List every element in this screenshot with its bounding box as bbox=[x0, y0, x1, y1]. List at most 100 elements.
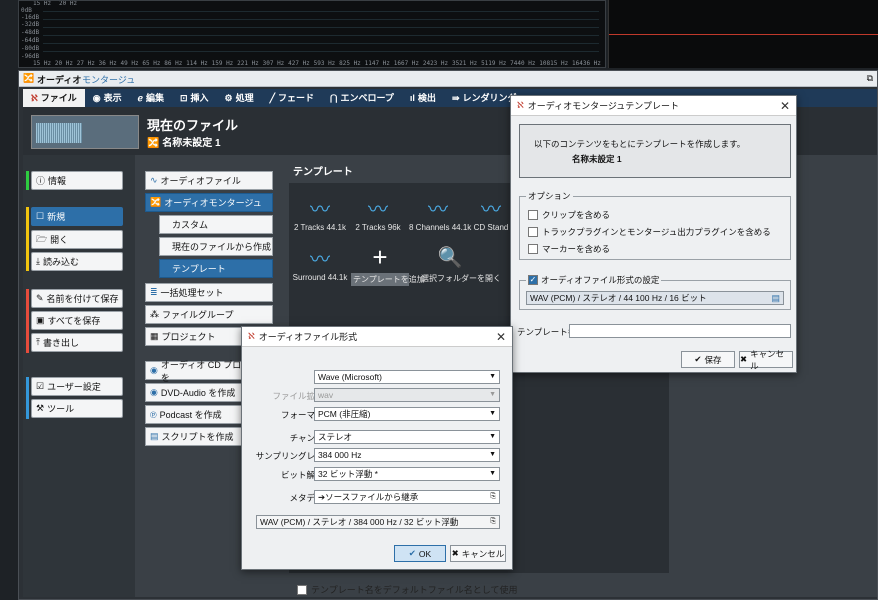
left-nav: ⓘ 情報 ☐ 新規 🗁 開く ⤓ 読み込む ✎ 名前を付けて保存 ▣ すべてを保存 ⤒ 書き出… bbox=[23, 155, 135, 597]
checkmark-icon: ✔ bbox=[408, 548, 416, 558]
waveform-icon: 〰 bbox=[310, 198, 330, 221]
undock-icon[interactable]: ⧉ bbox=[867, 73, 873, 84]
freq-label: 20 Hz bbox=[59, 0, 78, 7]
use-template-name-checkbox[interactable]: テンプレート名をデフォルトファイル名として使用 bbox=[297, 583, 517, 596]
save-all-icon: ▣ bbox=[36, 315, 45, 325]
include-markers-checkbox[interactable]: マーカーを含める bbox=[528, 243, 610, 255]
options-label: オプション bbox=[526, 190, 573, 202]
db-label: -96dB bbox=[21, 53, 40, 60]
template-dialog-titlebar[interactable]: ℵ オーディオモンタージュテンプレート ✕ bbox=[511, 96, 796, 116]
options-group: オプション クリップを含める トラックプラグインとモンタージュ出力プラグインを含… bbox=[519, 190, 791, 260]
copy-icon[interactable]: ⎘ bbox=[490, 491, 496, 503]
ok-button[interactable]: ✔ OK bbox=[394, 545, 446, 562]
nav-save-as[interactable]: ✎ 名前を付けて保存 bbox=[31, 289, 123, 308]
metadata-field[interactable]: ➔ソースファイルから継承 ⎘ bbox=[314, 490, 500, 504]
template-dialog: ℵ オーディオモンタージュテンプレート ✕ 以下のコンテンツをもとにテンプレート… bbox=[510, 95, 797, 373]
type-select[interactable]: Wave (Microsoft) ▼ bbox=[314, 370, 500, 384]
db-label: 0dB bbox=[21, 7, 32, 14]
save-as-icon: ✎ bbox=[36, 293, 44, 303]
template-name-input[interactable] bbox=[569, 324, 791, 338]
fade-icon: ╱ bbox=[269, 93, 276, 103]
tab-edit[interactable]: ℯ 編集 bbox=[130, 89, 172, 107]
nav-new[interactable]: ☐ 新規 bbox=[31, 207, 123, 226]
montage-icon: 🔀 bbox=[150, 197, 162, 207]
nav-from-current-file[interactable]: 現在のファイルから作成 bbox=[159, 237, 273, 256]
checkmark-icon[interactable]: ✓ bbox=[528, 275, 538, 285]
info-icon: ⓘ bbox=[36, 176, 46, 186]
cancel-button[interactable]: ✖ キャンセル bbox=[739, 349, 793, 371]
nav-tools[interactable]: ⚒ ツール bbox=[31, 399, 123, 418]
wavelab-logo-icon: ℵ bbox=[517, 100, 524, 110]
script-icon: ▤ bbox=[150, 431, 159, 441]
eye-icon: ◉ bbox=[92, 93, 101, 103]
tab-process[interactable]: ⚙ 処理 bbox=[217, 89, 262, 107]
open-folder-button[interactable]: 🔍 選択フォルダーを開く bbox=[421, 241, 501, 284]
channel-select[interactable]: ステレオ ▼ bbox=[314, 430, 500, 444]
format-dialog-titlebar[interactable]: ℵ オーディオファイル形式 ✕ bbox=[242, 327, 512, 347]
tab-analysis[interactable]: ıl 検出 bbox=[402, 89, 444, 107]
nav-template[interactable]: テンプレート bbox=[159, 259, 273, 278]
db-label: -48dB bbox=[21, 29, 40, 36]
sample-rate-select[interactable]: 384 000 Hz ▼ bbox=[314, 448, 500, 462]
dvd-icon: ◉ bbox=[150, 387, 158, 397]
export-icon: ⤒ bbox=[36, 337, 40, 347]
audio-format-field[interactable]: WAV (PCM) / ステレオ / 44 100 Hz / 16 ビット ▤ bbox=[526, 291, 784, 305]
waveform-icon: 〰 bbox=[428, 198, 448, 221]
checkbox-box[interactable] bbox=[297, 584, 307, 595]
template-name-label: テンプレート名 bbox=[517, 327, 577, 337]
template-item[interactable]: 〰 2 Tracks 96k bbox=[349, 191, 407, 233]
nav-info[interactable]: ⓘ 情報 bbox=[31, 171, 123, 190]
db-label: -32dB bbox=[21, 21, 40, 28]
waveform-icon: 〰 bbox=[481, 198, 501, 221]
format-settings-icon[interactable]: ▤ bbox=[771, 292, 780, 304]
chevron-down-icon: ▼ bbox=[489, 410, 496, 417]
cancel-button[interactable]: ✖ キャンセル bbox=[450, 545, 506, 562]
window-titlebar[interactable]: 🔀 オーディオ モンタージュ ⧉ bbox=[19, 71, 877, 87]
copy-icon[interactable]: ⎘ bbox=[490, 516, 496, 528]
waveform-thumbnail bbox=[31, 115, 139, 149]
add-template-button[interactable]: + テンプレートを追加 bbox=[351, 241, 425, 286]
template-item[interactable]: 〰 Surround 44.1k bbox=[291, 241, 349, 283]
nav-open[interactable]: 🗁 開く bbox=[31, 230, 123, 249]
audio-format-group: ✓ オーディオファイル形式の設定 WAV (PCM) / ステレオ / 44 10… bbox=[519, 274, 791, 310]
template-item[interactable]: 〰 CD Stand bbox=[471, 191, 511, 233]
audio-format-checkbox[interactable]: ✓ オーディオファイル形式の設定 bbox=[526, 274, 662, 286]
audio-format-dialog: ℵ オーディオファイル形式 ✕ 種類 Wave (Microsoft)▼ ファイ… bbox=[241, 326, 513, 570]
import-icon: ⤓ bbox=[36, 256, 40, 266]
tab-insert[interactable]: ⊡ 挿入 bbox=[172, 89, 217, 107]
nav-audio-file[interactable]: ∿ オーディオファイル bbox=[145, 171, 273, 190]
chevron-down-icon: ▼ bbox=[489, 373, 496, 380]
format-select[interactable]: PCM (非圧縮) ▼ bbox=[314, 407, 500, 421]
chevron-down-icon: ▼ bbox=[489, 433, 496, 440]
template-item[interactable]: 〰 8 Channels 44.1k bbox=[409, 191, 471, 233]
nav-batch-set[interactable]: ≣ 一括処理セット bbox=[145, 283, 273, 302]
close-icon: ✖ bbox=[740, 354, 748, 364]
nav-import[interactable]: ⤓ 読み込む bbox=[31, 252, 123, 271]
envelope-icon: ⋂ bbox=[330, 93, 338, 103]
montage-icon: 🔀 bbox=[147, 138, 163, 149]
chevron-down-icon: ▼ bbox=[489, 391, 496, 398]
close-icon[interactable]: ✕ bbox=[780, 99, 790, 113]
tab-view[interactable]: ◉ 表示 bbox=[85, 89, 130, 107]
window-title-b: モンタージュ bbox=[82, 75, 136, 85]
include-plugins-checkbox[interactable]: トラックプラグインとモンタージュ出力プラグインを含める bbox=[528, 226, 771, 238]
bit-depth-select[interactable]: 32 ビット浮動 * ▼ bbox=[314, 467, 500, 481]
db-label: -16dB bbox=[21, 14, 40, 21]
nav-audio-montage[interactable]: 🔀 オーディオモンタージュ bbox=[145, 193, 273, 212]
nav-save-all[interactable]: ▣ すべてを保存 bbox=[31, 311, 123, 330]
close-icon[interactable]: ✕ bbox=[496, 330, 506, 344]
waveform-icon: 〰 bbox=[368, 198, 388, 221]
template-item[interactable]: 〰 2 Tracks 44.1k bbox=[291, 191, 349, 233]
nav-custom[interactable]: カスタム bbox=[159, 215, 273, 234]
nav-export[interactable]: ⤒ 書き出し bbox=[31, 333, 123, 352]
nav-preferences[interactable]: ☑ ユーザー設定 bbox=[31, 377, 123, 396]
tab-fade[interactable]: ╱ フェード bbox=[262, 89, 322, 107]
info-file-name: 名称未設定 1 bbox=[572, 154, 622, 164]
nav-file-group[interactable]: ⁂ ファイルグループ bbox=[145, 305, 273, 324]
tab-envelope[interactable]: ⋂ エンベロープ bbox=[322, 89, 402, 107]
extension-select: wav ▼ bbox=[314, 388, 500, 402]
save-button[interactable]: ✔ 保存 bbox=[681, 351, 735, 368]
tools-icon: ⚒ bbox=[36, 403, 45, 413]
tab-file[interactable]: ℵ ファイル bbox=[23, 89, 85, 107]
include-clips-checkbox[interactable]: クリップを含める bbox=[528, 209, 610, 221]
